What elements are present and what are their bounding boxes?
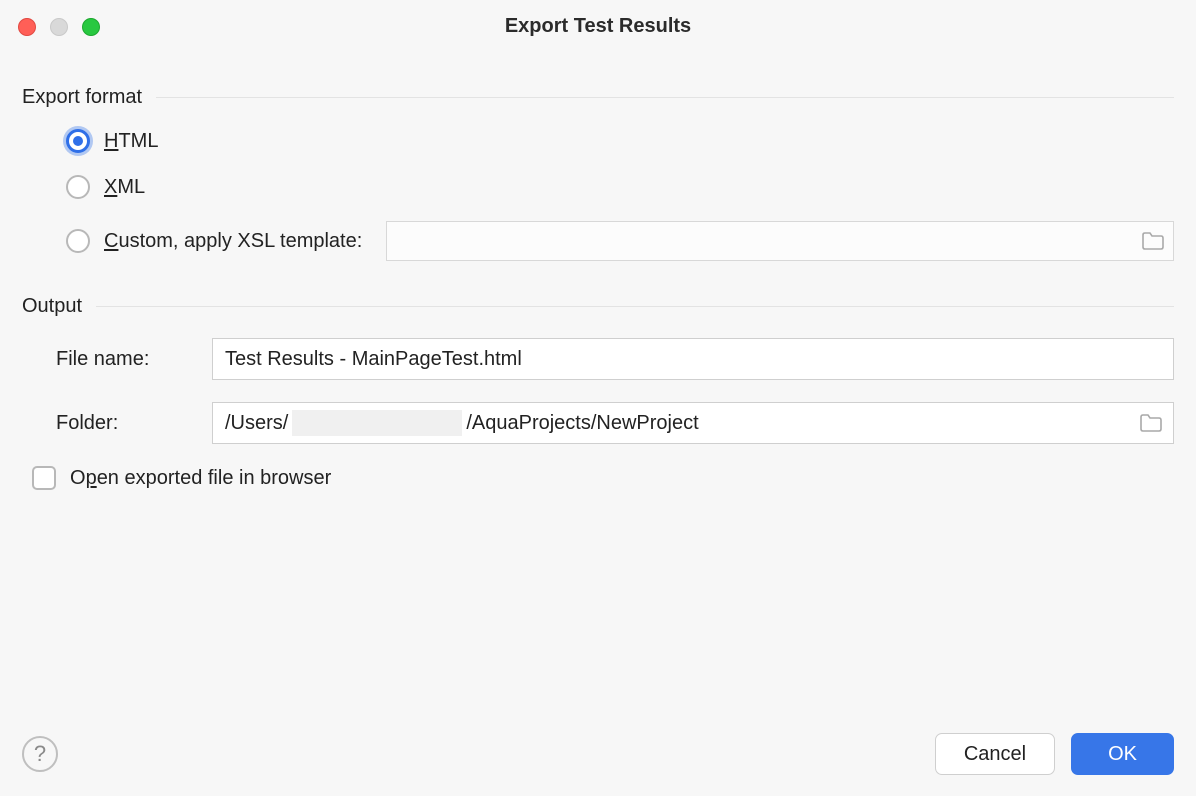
xsl-template-field-wrap bbox=[386, 221, 1174, 261]
radio-label-xml: XML bbox=[104, 176, 145, 199]
titlebar: Export Test Results bbox=[0, 0, 1196, 52]
help-icon: ? bbox=[34, 741, 46, 767]
file-name-row: File name: bbox=[56, 338, 1174, 380]
section-title-export-format: Export format bbox=[22, 86, 142, 109]
section-title-output: Output bbox=[22, 295, 82, 318]
open-in-browser-row[interactable]: Open exported file in browser bbox=[32, 466, 1174, 490]
radio-row-xml[interactable]: XML bbox=[66, 175, 1174, 199]
window-title: Export Test Results bbox=[505, 15, 691, 38]
open-in-browser-checkbox[interactable] bbox=[32, 466, 56, 490]
divider bbox=[156, 97, 1174, 98]
zoom-window-button[interactable] bbox=[82, 18, 100, 36]
close-window-button[interactable] bbox=[18, 18, 36, 36]
radio-label-html: HTML bbox=[104, 130, 158, 153]
folder-path-suffix: /AquaProjects/NewProject bbox=[466, 412, 698, 435]
section-header-output: Output bbox=[22, 295, 1174, 318]
file-name-input[interactable] bbox=[225, 339, 1163, 379]
divider bbox=[96, 306, 1174, 307]
browse-folder-icon[interactable] bbox=[1139, 413, 1163, 433]
radio-row-html[interactable]: HTML bbox=[66, 129, 1174, 153]
window-controls bbox=[18, 18, 100, 36]
radio-label-custom: Custom, apply XSL template: bbox=[104, 230, 362, 253]
minimize-window-button[interactable] bbox=[50, 18, 68, 36]
ok-button[interactable]: OK bbox=[1071, 733, 1174, 775]
folder-value[interactable]: /Users/ /AquaProjects/NewProject bbox=[225, 403, 1133, 443]
cancel-button[interactable]: Cancel bbox=[935, 733, 1055, 775]
file-name-input-wrap bbox=[212, 338, 1174, 380]
folder-path-prefix: /Users/ bbox=[225, 412, 288, 435]
file-name-label: File name: bbox=[56, 348, 212, 371]
open-in-browser-label: Open exported file in browser bbox=[70, 467, 331, 490]
help-button[interactable]: ? bbox=[22, 736, 58, 772]
radio-row-custom[interactable]: Custom, apply XSL template: bbox=[66, 221, 1174, 261]
browse-xsl-icon[interactable] bbox=[1141, 231, 1165, 251]
folder-input-wrap[interactable]: /Users/ /AquaProjects/NewProject bbox=[212, 402, 1174, 444]
radio-xml[interactable] bbox=[66, 175, 90, 199]
folder-row: Folder: /Users/ /AquaProjects/NewProject bbox=[56, 402, 1174, 444]
folder-path-redacted bbox=[292, 410, 462, 436]
radio-custom[interactable] bbox=[66, 229, 90, 253]
radio-html[interactable] bbox=[66, 129, 90, 153]
section-header-export-format: Export format bbox=[22, 86, 1174, 109]
xsl-template-input[interactable] bbox=[397, 222, 1135, 260]
dialog-footer: ? Cancel OK bbox=[0, 712, 1196, 796]
folder-label: Folder: bbox=[56, 412, 212, 435]
